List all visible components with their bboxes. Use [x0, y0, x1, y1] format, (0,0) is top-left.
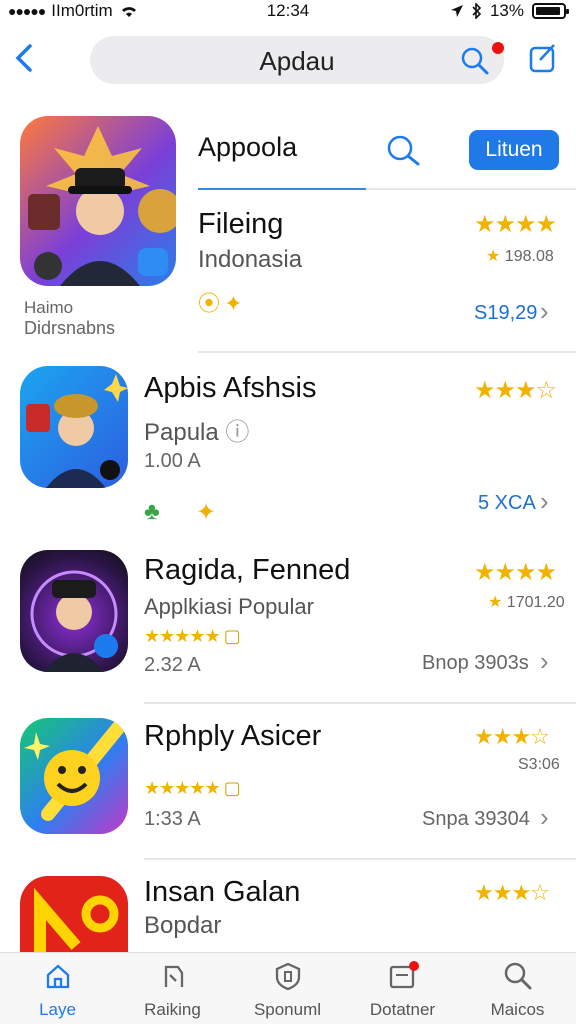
list-item[interactable]: Apbis Afshsis ★★★☆ Papula ⓘ 1.00 A ♣ ✦ 5… — [0, 362, 576, 532]
star-icon: ★ — [488, 594, 503, 611]
tab-label: Raiking — [144, 1000, 201, 1019]
tab-dotatner[interactable]: Dotatner — [345, 961, 460, 1020]
featured-caption-1: Haimo — [24, 298, 74, 317]
app-subtitle: Bopdar — [144, 912, 222, 939]
app-icon — [20, 550, 128, 672]
bluetooth-icon — [472, 3, 482, 19]
badge-icon: ♣ — [144, 498, 160, 525]
app-rating-stars: ★★★☆ — [474, 880, 550, 905]
app-meta: Bnop 3903s — [422, 652, 529, 674]
search-title: Apdau — [259, 46, 335, 76]
app-size: 1.00 A — [144, 450, 201, 472]
back-chevron-icon[interactable] — [10, 38, 40, 78]
avatar-illustration — [28, 126, 176, 286]
tab-bar: Laye Raiking Sponuml Dotatner Maicos — [0, 952, 576, 1024]
ranking-icon — [164, 965, 183, 987]
app-icon — [20, 366, 128, 488]
featured-rating-count: ★ 198.08 — [486, 246, 554, 266]
chevron-right-icon[interactable]: › — [540, 646, 549, 677]
featured-tab-underline — [198, 188, 366, 190]
shield-icon — [275, 962, 300, 991]
featured-badges: ⦿ ✦ — [198, 291, 243, 316]
nav-bar: Apdau — [0, 28, 576, 92]
get-button[interactable]: Lituen — [469, 130, 559, 170]
tab-raiking[interactable]: Raiking — [115, 961, 230, 1020]
app-price: 5 XCA — [478, 492, 536, 514]
chevron-right-icon[interactable]: › — [540, 802, 549, 833]
app-name: Rphply Asicer — [144, 720, 322, 752]
app-illustration — [34, 887, 119, 952]
app-rating-stars: ★★★☆ — [474, 724, 550, 749]
search-icon[interactable] — [460, 46, 490, 76]
row-divider — [144, 858, 576, 860]
notification-dot — [492, 42, 504, 54]
app-name: Insan Galan — [144, 876, 301, 908]
list-item[interactable]: Rphply Asicer ★★★☆ S3:06 ★★★★★ ▢ 1:33 A … — [0, 714, 576, 854]
app-rating-count: S3:06 — [518, 756, 560, 773]
tab-laye[interactable]: Laye — [0, 961, 115, 1020]
star-icon: ★ — [486, 248, 501, 265]
app-subtitle: Papula ⓘ — [144, 412, 249, 447]
app-subtitle: Applkiasi Popular — [144, 594, 314, 619]
tab-sponuml[interactable]: Sponuml — [230, 961, 345, 1020]
app-mini-stars: ★★★★★ ▢ — [144, 778, 241, 798]
app-size: 2.32 A — [144, 654, 201, 676]
app-size: 1:33 A — [144, 808, 201, 830]
featured-app-icon — [20, 116, 176, 286]
app-mini-stars: ★★★★★ ▢ — [144, 626, 241, 646]
status-right: 13% — [450, 1, 569, 21]
featured-title: Fileing — [198, 208, 284, 240]
app-subtitle-text: Papula — [144, 419, 219, 446]
featured-caption-2: Didrsnabns — [24, 318, 116, 338]
app-icon — [20, 876, 128, 952]
status-bar: ●●●●● IIm0rtim 12:34 13% — [0, 0, 576, 22]
list-item[interactable]: Ragida, Fenned ★★★★ Applkiasi Popular ★ … — [0, 548, 576, 698]
battery-percent: 13% — [489, 1, 524, 20]
featured-app[interactable]: Haimo Didrsnabns Appoola Lituen Fileing … — [0, 110, 576, 350]
row-divider — [198, 351, 576, 353]
app-meta: Snpa 39304 — [422, 808, 530, 830]
app-rating-count-value: 1701.20 — [506, 594, 565, 611]
tab-maicos[interactable]: Maicos — [460, 961, 575, 1020]
app-rating-stars: ★★★☆ — [474, 377, 557, 404]
home-icon — [46, 964, 69, 989]
app-illustration — [26, 374, 128, 488]
featured-rating-count-value: 198.08 — [504, 248, 554, 265]
app-rating-stars: ★★★★ — [474, 559, 557, 586]
app-illustration — [24, 721, 125, 821]
rank-badge-icon: ▢ — [223, 626, 241, 646]
location-icon — [450, 5, 463, 17]
search-icon — [504, 962, 531, 990]
tab-label: Sponuml — [253, 1000, 322, 1019]
search-bar[interactable]: Apdau — [90, 36, 504, 84]
app-illustration — [30, 570, 118, 672]
featured-name: Appoola — [198, 132, 298, 162]
tab-label: Laye — [39, 1000, 76, 1019]
chevron-right-icon[interactable]: › — [540, 296, 549, 327]
list-item[interactable]: Insan Galan ★★★☆ Bopdar — [0, 870, 576, 952]
tab-label: Dotatner — [369, 1000, 436, 1019]
updates-icon — [389, 961, 419, 989]
app-name: Ragida, Fenned — [144, 554, 351, 586]
preview-search-icon[interactable] — [386, 134, 422, 166]
featured-price: S19,29 — [474, 302, 538, 324]
spark-icon: ✦ — [196, 499, 216, 526]
featured-rating-stars: ★★★★ — [474, 211, 557, 238]
tab-label: Maicos — [490, 1000, 545, 1019]
app-icon — [20, 718, 128, 834]
app-rating-count: ★ 1701.20 — [488, 592, 565, 612]
featured-region: Indonasia — [198, 246, 303, 273]
app-name: Apbis Afshsis — [144, 372, 317, 404]
battery-icon — [532, 3, 569, 19]
rank-badge-icon: ▢ — [223, 778, 241, 798]
info-icon: ⓘ — [225, 419, 250, 446]
chevron-right-icon[interactable]: › — [540, 486, 549, 517]
featured-divider — [366, 188, 576, 190]
compose-icon[interactable] — [528, 42, 558, 74]
row-divider — [144, 702, 576, 704]
